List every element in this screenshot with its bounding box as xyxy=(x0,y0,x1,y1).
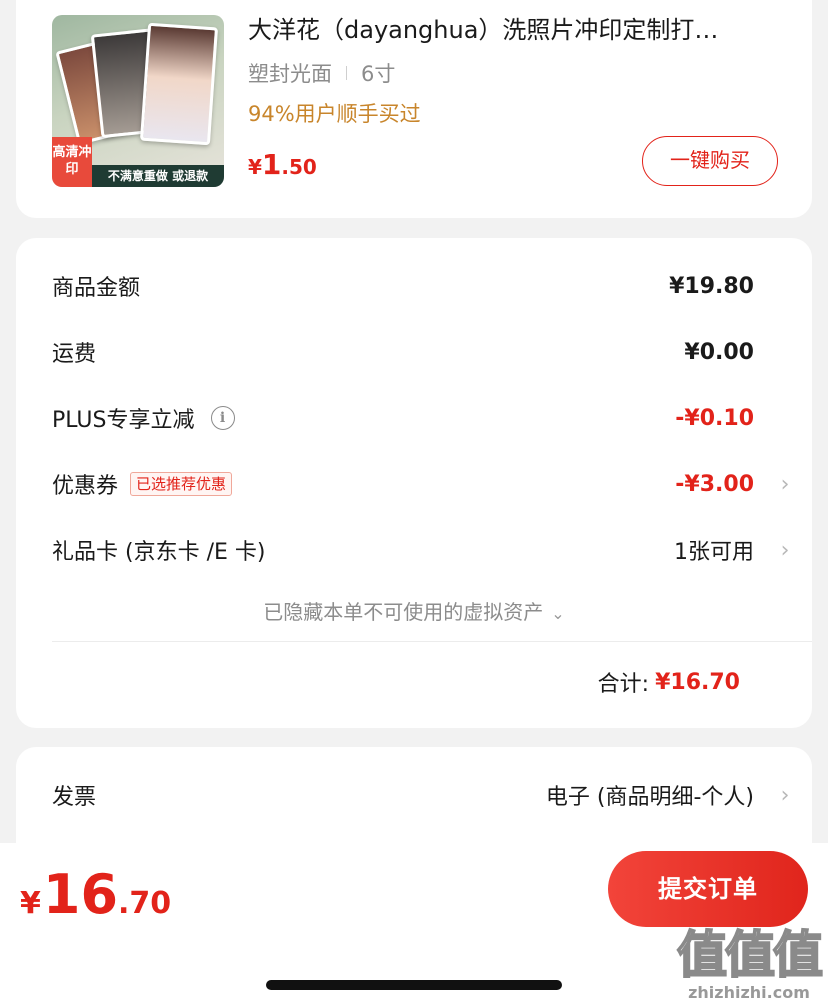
invoice-value: 电子 (商品明细-个人) xyxy=(545,785,754,810)
thumbnail-badge: 高清冲印 xyxy=(52,137,92,187)
goods-amount-value: ¥19.80 xyxy=(669,273,754,299)
submit-order-button[interactable]: 提交订单 xyxy=(608,851,808,927)
goods-amount-label: 商品金额 xyxy=(52,276,141,301)
spec-divider xyxy=(346,66,347,80)
currency-symbol: ¥ xyxy=(20,886,41,921)
watermark-url: zhizhizhi.com xyxy=(688,983,810,1002)
total-value: ¥16.70 xyxy=(655,669,740,695)
payable-amount: ¥16.70 xyxy=(20,863,171,926)
invoice-row[interactable]: 发票 电子 (商品明细-个人) › xyxy=(52,775,789,815)
product-card[interactable]: 高清冲印 不满意重做 或退款 大洋花（dayanghua）洗照片冲印定制打… 塑… xyxy=(16,0,812,218)
chevron-right-icon: › xyxy=(780,471,790,497)
shipping-label: 运费 xyxy=(52,342,97,367)
invoice-label: 发票 xyxy=(52,785,97,810)
price-decimal: .50 xyxy=(281,155,317,179)
watermark-glyphs: 值值值 xyxy=(676,925,824,985)
thumbnail-banner: 不满意重做 或退款 xyxy=(92,165,224,187)
total-label: 合计: xyxy=(597,672,650,697)
currency-symbol: ¥ xyxy=(248,155,262,179)
coupon-value: -¥3.00 xyxy=(675,471,754,497)
product-thumbnail[interactable]: 高清冲印 不满意重做 或退款 xyxy=(52,15,224,187)
info-icon[interactable]: i xyxy=(210,406,235,430)
spec-finish: 塑封光面 xyxy=(248,62,332,86)
plus-discount-value: -¥0.10 xyxy=(675,405,754,431)
product-spec: 塑封光面 6寸 xyxy=(248,58,395,88)
price-integer: 1 xyxy=(261,148,282,181)
shipping-row: 运费 ¥0.00 xyxy=(52,332,776,372)
product-title[interactable]: 大洋花（dayanghua）洗照片冲印定制打… xyxy=(248,13,788,47)
social-proof-text: 94%用户顺手买过 xyxy=(248,102,421,126)
site-watermark: 值值值 zhizhizhi.com xyxy=(676,925,824,1004)
gift-card-label: 礼品卡 (京东卡 /E 卡) xyxy=(52,540,266,565)
order-summary-card: 商品金额 ¥19.80 运费 ¥0.00 PLUS专享立减 i -¥0.10 优… xyxy=(16,238,812,728)
chevron-down-icon: ⌄ xyxy=(551,604,565,623)
goods-amount-row: 商品金额 ¥19.80 xyxy=(52,266,776,306)
coupon-tag: 已选推荐优惠 xyxy=(130,472,233,496)
product-price: ¥1.50 xyxy=(248,148,317,181)
coupon-row[interactable]: 优惠券 已选推荐优惠 -¥3.00 › xyxy=(52,464,789,504)
order-total: 合计: ¥16.70 xyxy=(598,666,740,698)
coupon-label: 优惠券 xyxy=(52,474,119,499)
gift-card-row[interactable]: 礼品卡 (京东卡 /E 卡) 1张可用 › xyxy=(52,530,789,570)
shipping-value: ¥0.00 xyxy=(684,339,754,365)
gift-card-value: 1张可用 xyxy=(674,540,754,565)
checkout-bar: ¥16.70 提交订单 值值值 zhizhizhi.com xyxy=(0,843,828,1006)
hidden-assets-toggle[interactable]: 已隐藏本单不可使用的虚拟资产 ⌄ xyxy=(16,596,812,625)
chevron-right-icon: › xyxy=(780,782,790,808)
plus-discount-label: PLUS专享立减 xyxy=(52,408,195,433)
spec-size: 6寸 xyxy=(361,62,396,86)
chevron-right-icon: › xyxy=(780,537,790,563)
hidden-assets-text: 已隐藏本单不可使用的虚拟资产 xyxy=(263,600,544,624)
plus-discount-row: PLUS专享立减 i -¥0.10 xyxy=(52,398,776,438)
home-indicator[interactable] xyxy=(266,980,562,990)
price-integer: 16 xyxy=(42,863,119,926)
price-decimal: .70 xyxy=(118,886,172,921)
divider xyxy=(52,641,812,642)
photo-print-image xyxy=(139,22,219,146)
one-click-buy-button[interactable]: 一键购买 xyxy=(642,136,778,186)
